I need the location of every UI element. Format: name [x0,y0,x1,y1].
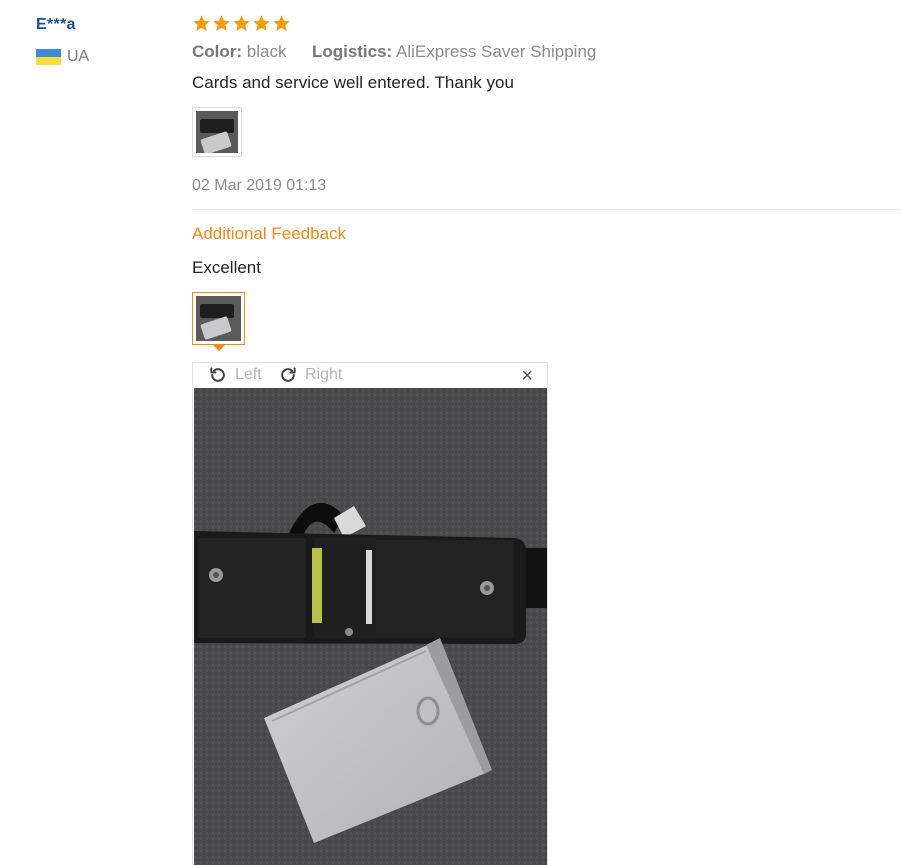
star-rating [192,14,291,33]
rotate-left-button[interactable]: Left [207,365,262,385]
close-icon[interactable]: × [521,366,533,386]
star-icon [232,14,251,33]
order-info: Color: black Logistics: AliExpress Saver… [192,42,596,62]
star-icon [192,14,211,33]
rotate-left-label: Left [235,366,262,383]
logistics-label: Logistics: [311,42,393,61]
additional-feedback-text: Excellent [192,258,261,277]
rotate-left-icon [207,365,229,385]
color-label: Color: [192,42,243,61]
country-code: UA [67,48,90,65]
logistics-value: AliExpress Saver Shipping [396,42,597,61]
rotate-right-button[interactable]: Right [277,365,342,385]
rotate-right-label: Right [305,366,343,383]
color-value: black [246,42,287,61]
review-photo-large [194,388,547,865]
review-item: E***a UA Color: black Logistics: AliExpr… [0,0,901,865]
review-text: Cards and service well entered. Thank yo… [192,73,514,92]
review-photo-thumbnail[interactable] [192,107,242,157]
star-icon [212,14,231,33]
photo-viewer-toolbar: Left Right × [193,363,547,388]
star-icon [272,14,291,33]
review-date: 02 Mar 2019 01:13 [192,177,327,194]
additional-feedback-title: Additional Feedback [192,224,347,243]
wallet-photo-thumbnail-image [196,296,241,341]
reviewer-country: UA [36,48,89,66]
rotate-right-icon [277,365,299,385]
wallet-photo-thumbnail-image [196,111,238,153]
divider [192,209,901,210]
photo-viewer: Left Right × [192,362,548,865]
wallet-photo [194,388,547,865]
reviewer-name: E***a [36,16,76,33]
ukraine-flag-icon [36,49,61,65]
active-thumbnail-pointer [212,344,226,351]
additional-photo-thumbnail[interactable] [192,292,245,345]
star-icon [252,14,271,33]
